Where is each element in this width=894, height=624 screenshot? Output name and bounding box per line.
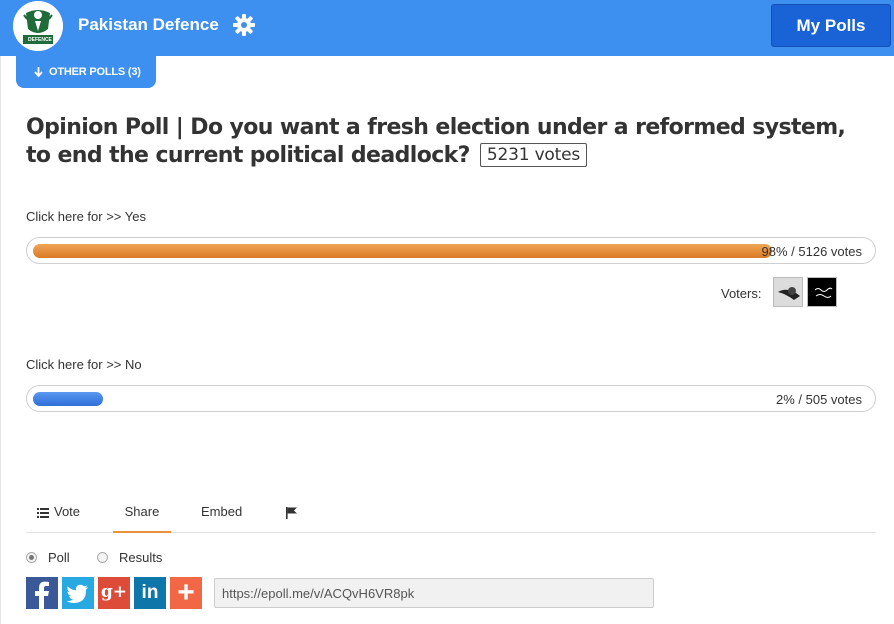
radio-results-button[interactable] <box>97 552 108 563</box>
logo-emblem-icon <box>13 1 63 51</box>
other-polls-tab[interactable]: OTHER POLLS (3) <box>16 56 156 88</box>
twitter-icon <box>66 584 88 603</box>
voter-avatar-image-icon <box>774 278 802 306</box>
voter-avatar[interactable] <box>807 277 837 307</box>
site-logo[interactable]: DEFENCE <box>13 1 63 51</box>
google-plus-share-button[interactable]: g+ <box>98 577 130 609</box>
option-no-result: 2% / 505 votes <box>776 392 862 407</box>
top-bar: DEFENCE Pakistan Defence My Polls <box>0 0 894 56</box>
site-name[interactable]: Pakistan Defence <box>78 15 219 35</box>
option-yes-bar-fill <box>33 244 772 258</box>
my-polls-button[interactable]: My Polls <box>771 4 891 47</box>
option-no-bar[interactable]: 2% / 505 votes <box>26 385 876 412</box>
content-border <box>0 56 1 624</box>
arrow-down-icon <box>34 67 43 78</box>
tab-vote-label: Vote <box>54 504 81 519</box>
facebook-icon <box>35 581 49 609</box>
share-url-field[interactable] <box>214 578 654 608</box>
twitter-share-button[interactable] <box>62 577 94 609</box>
option-yes-result: 98% / 5126 votes <box>761 244 862 259</box>
option-yes-bar[interactable]: 98% / 5126 votes <box>26 237 876 264</box>
list-icon <box>37 508 49 518</box>
poll-question: Opinion Poll | Do you want a fresh elect… <box>26 114 866 170</box>
tab-vote[interactable]: Vote <box>36 497 96 533</box>
option-no-bar-fill <box>33 392 103 406</box>
add-more-share-button[interactable]: + <box>170 577 202 609</box>
voter-avatar[interactable] <box>773 277 803 307</box>
voter-avatar-calligraphy-icon <box>808 278 836 306</box>
other-polls-label: OTHER POLLS (3) <box>49 66 141 78</box>
poll-question-text: Opinion Poll | Do you want a fresh elect… <box>26 115 846 168</box>
radio-results-label: Results <box>119 550 163 565</box>
option-no-label[interactable]: Click here for >> No <box>26 357 142 372</box>
radio-poll-label: Poll <box>48 550 70 565</box>
flag-icon <box>286 507 297 519</box>
tab-report[interactable] <box>284 497 304 533</box>
logo-text: DEFENCE <box>28 37 52 43</box>
total-votes-badge: 5231 votes <box>479 143 588 167</box>
voters-label: Voters: <box>721 286 762 301</box>
gear-icon[interactable] <box>232 13 256 37</box>
poll-tabs: Vote Share Embed <box>26 497 876 533</box>
option-yes-label[interactable]: Click here for >> Yes <box>26 209 146 224</box>
facebook-share-button[interactable] <box>26 577 58 609</box>
linkedin-share-button[interactable]: in <box>134 577 166 609</box>
tab-embed[interactable]: Embed <box>201 497 251 533</box>
radio-poll-button[interactable] <box>26 552 37 563</box>
tab-share[interactable]: Share <box>113 497 171 533</box>
